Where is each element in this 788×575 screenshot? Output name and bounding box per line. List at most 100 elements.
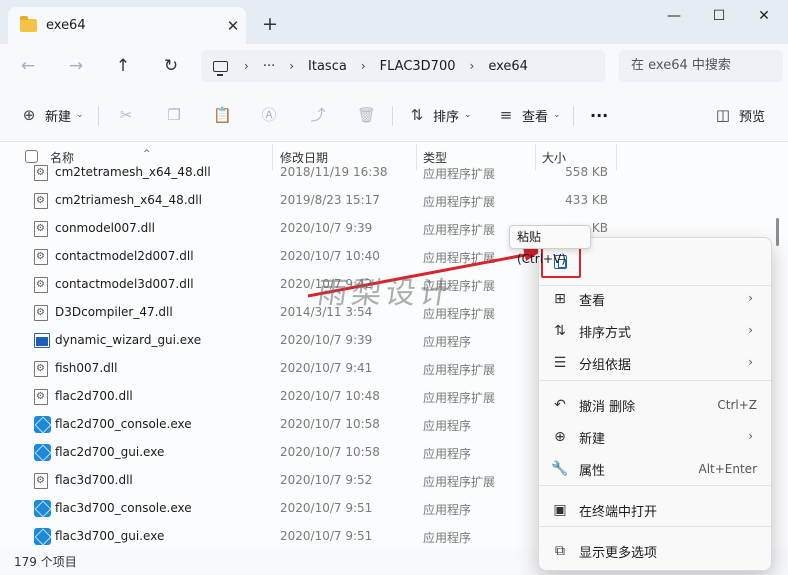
file-type: 应用程序扩展: [423, 167, 496, 181]
up-button[interactable]: ↑: [108, 52, 138, 80]
menu-divider: [539, 526, 771, 527]
file-row[interactable]: cm2tetramesh_x64_48.dll 2018/11/19 16:38 应…: [0, 159, 788, 187]
refresh-button[interactable]: ↻: [156, 52, 186, 80]
group-icon: ☰: [553, 355, 567, 371]
quick-actions-row: [539, 246, 771, 280]
file-type: 应用程序: [423, 335, 472, 349]
menu-item-more-options[interactable]: ⧉ 显示更多选项: [539, 536, 771, 566]
watermark: 雨梨设计: [315, 276, 456, 311]
breadcrumb-more[interactable]: ···: [263, 59, 275, 74]
file-type: 应用程序: [423, 531, 472, 545]
cut-button[interactable]: ✂: [117, 102, 142, 128]
vertical-scrollbar[interactable]: [776, 218, 779, 246]
chevron-right-icon: ›: [748, 355, 753, 369]
menu-item-label: 显示更多选项: [579, 545, 658, 561]
file-name: flac2d700_console.exe: [55, 417, 192, 431]
view-button[interactable]: ≡ 查看 ⌄: [497, 102, 561, 128]
share-button[interactable]: ⤴: [309, 102, 334, 128]
menu-item-grid[interactable]: ⊞ 查看 ›: [539, 284, 771, 314]
new-tab-button[interactable]: +: [257, 11, 283, 37]
menu-item-new[interactable]: ⊕ 新建 ›: [539, 422, 771, 452]
preview-pane-icon: ◫: [715, 106, 731, 124]
menu-item-sort[interactable]: ⇅ 排序方式 ›: [539, 316, 771, 346]
close-tab-icon[interactable]: ✕: [220, 17, 246, 35]
copy-button[interactable]: ❐: [165, 102, 190, 128]
file-name: conmodel007.dll: [55, 221, 155, 235]
file-type: 应用程序: [423, 447, 472, 461]
dll-file-icon: [34, 277, 48, 293]
minimize-button[interactable]: —: [651, 0, 697, 32]
delete-button[interactable]: 🗑: [357, 102, 382, 128]
file-name: contactmodel3d007.dll: [55, 277, 194, 291]
more-options-icon: ⧉: [555, 543, 565, 559]
rename-button[interactable]: Ⓐ: [260, 102, 285, 128]
file-row[interactable]: cm2triamesh_x64_48.dll 2019/8/23 15:17 应用程…: [0, 187, 788, 215]
menu-item-label: 新建: [579, 431, 606, 447]
tab-title: exe64: [46, 18, 86, 33]
window-close-button[interactable]: ✕: [741, 0, 787, 32]
menu-item-group[interactable]: ☰ 分组依据 ›: [539, 348, 771, 378]
maximize-button[interactable]: ☐: [696, 0, 742, 32]
dll-file-icon: [34, 249, 48, 265]
file-name: cm2tetramesh_x64_48.dll: [55, 165, 211, 179]
file-name: flac2d700.dll: [55, 389, 133, 403]
file-date: 2018/11/19 16:38: [280, 165, 388, 179]
computer-icon: [213, 60, 228, 76]
clipboard-icon: 📋: [213, 106, 232, 124]
menu-divider: [539, 380, 771, 381]
preview-button[interactable]: ◫ 预览: [714, 102, 765, 128]
chevron-right-icon: ›: [748, 323, 753, 337]
file-name: D3Dcompiler_47.dll: [55, 305, 173, 319]
file-name: flac2d700_gui.exe: [55, 445, 165, 459]
back-button[interactable]: ←: [13, 52, 43, 80]
breadcrumb-flac3d700[interactable]: FLAC3D700: [380, 59, 456, 74]
command-bar: ⊕ 新建 ⌄ ✂ ❐ 📋 Ⓐ ⤴ 🗑 ⇅ 排序 ⌄ ≡ 查看 ⌄ ··· ◫ 预…: [0, 88, 788, 142]
share-icon: ⤴: [310, 106, 326, 124]
menu-item-terminal[interactable]: ▣ 在终端中打开: [539, 495, 771, 525]
breadcrumb-itasca[interactable]: Itasca: [308, 59, 347, 74]
chevron-down-icon: ⌄: [464, 110, 472, 120]
file-name: flac3d700_gui.exe: [55, 529, 165, 543]
menu-item-properties[interactable]: 🔧 属性 Alt+Enter: [539, 454, 771, 484]
dll-file-icon: [34, 193, 48, 209]
sort-label: 排序: [433, 109, 460, 125]
search-input[interactable]: 在 exe64 中搜索: [619, 50, 783, 82]
list-view-icon: ≡: [499, 106, 513, 124]
file-name: flac3d700_console.exe: [55, 501, 192, 515]
more-commands-button[interactable]: ···: [590, 102, 608, 128]
undo-icon: ↶: [554, 397, 566, 413]
file-date: 2020/10/7 10:58: [280, 445, 380, 459]
forward-button[interactable]: →: [61, 52, 91, 80]
menu-shortcut: Ctrl+Z: [717, 398, 757, 412]
breadcrumb-exe64[interactable]: exe64: [488, 59, 528, 74]
properties-icon: 🔧: [551, 461, 569, 477]
plus-circle-icon: ⊕: [22, 106, 36, 124]
file-type: 应用程序扩展: [423, 391, 496, 405]
file-name: fish007.dll: [55, 361, 118, 375]
menu-item-label: 撤消 删除: [579, 399, 636, 415]
menu-divider: [539, 485, 771, 486]
menu-item-label: 在终端中打开: [579, 504, 658, 520]
file-type: 应用程序扩展: [423, 251, 496, 265]
file-name: dynamic_wizard_gui.exe: [55, 333, 202, 347]
dll-file-icon: [34, 389, 48, 405]
file-date: 2020/10/7 9:39: [280, 221, 373, 235]
menu-shortcut: Alt+Enter: [698, 462, 757, 476]
file-date: 2020/10/7 9:52: [280, 473, 373, 487]
menu-item-label: 属性: [579, 463, 606, 479]
new-button[interactable]: ⊕ 新建 ⌄: [20, 102, 84, 128]
new-icon: ⊕: [554, 429, 566, 445]
sort-button[interactable]: ⇅ 排序 ⌄: [408, 102, 472, 128]
flac-app-icon: [34, 500, 51, 517]
tab-exe64[interactable]: exe64 ✕: [8, 7, 246, 44]
menu-item-undo[interactable]: ↶ 撤消 删除 Ctrl+Z: [539, 390, 771, 420]
file-date: 2020/10/7 9:41: [280, 361, 373, 375]
chevron-right-icon: ›: [748, 429, 753, 443]
sort-icon: ⇅: [410, 106, 424, 124]
sort-indicator-icon: ^: [143, 149, 151, 159]
file-type: 应用程序扩展: [423, 223, 496, 237]
file-type: 应用程序: [423, 503, 472, 517]
address-bar[interactable]: › ··· › Itasca › FLAC3D700 › exe64: [201, 50, 605, 82]
copy-icon: ❐: [167, 106, 181, 124]
paste-button[interactable]: 📋: [213, 102, 238, 128]
